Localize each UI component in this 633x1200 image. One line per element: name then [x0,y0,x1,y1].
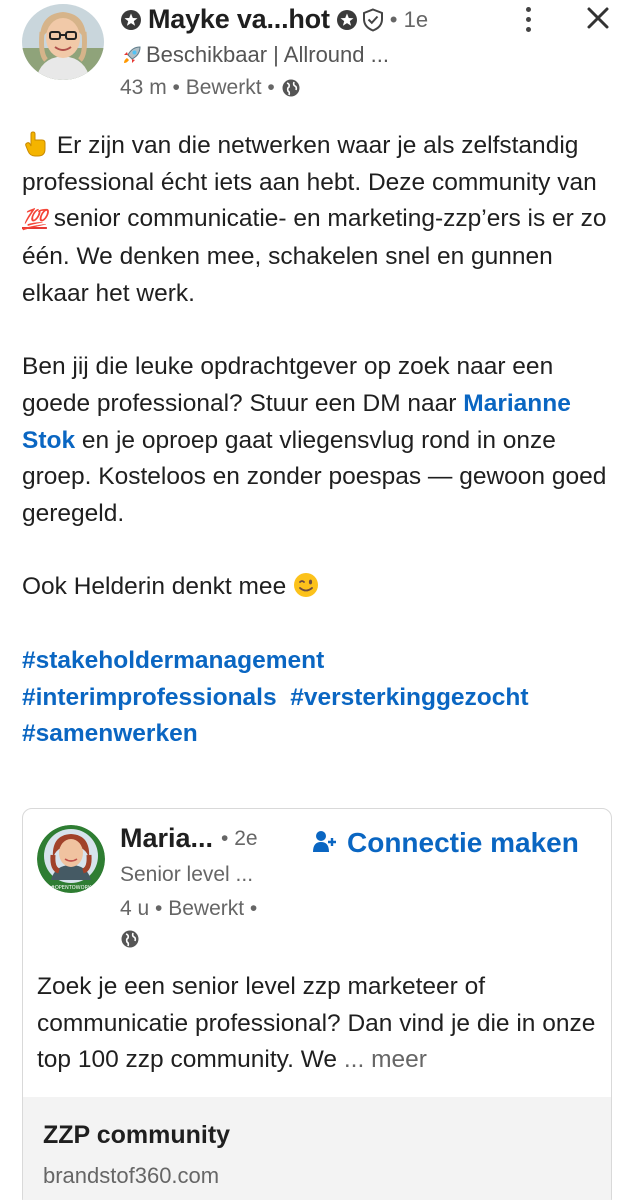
premium-star-icon [121,9,141,30]
post-meta: 43 m • Bewerkt • [120,76,301,100]
rocket-icon [124,46,141,63]
post-header: Mayke va...hot • 1e Beschikbaar | Allrou… [0,0,633,110]
link-preview-title[interactable]: ZZP community [43,1121,230,1150]
author-name-row: Mayke va...hot • 1e [120,4,428,35]
hundred-points-emoji: 💯 [22,209,47,232]
shared-author-avatar[interactable]: #OPENTOWORK [37,825,105,893]
link-preview-domain: brandstof360.com [43,1163,220,1188]
post-paragraph-2: Ben jij die leuke opdrachtgever op zoek … [22,353,607,528]
post-time-edited: 43 m • Bewerkt • [120,76,275,99]
shared-author-headline: Senior level ... [120,863,254,886]
hashtag-link[interactable]: #interimprofessionals [22,684,277,711]
globe-icon [121,930,139,948]
more-options-icon[interactable] [518,2,538,36]
see-more-link[interactable]: ... meer [344,1046,427,1073]
hashtag-link[interactable]: #stakeholdermanagement [22,647,324,674]
author-avatar[interactable] [22,4,104,80]
premium-star-icon [336,9,357,30]
shared-author-name-row: Maria... • 2e [120,823,258,854]
shared-author-name[interactable]: Maria... [120,823,213,854]
verified-shield-icon [362,7,383,32]
close-icon[interactable] [582,2,614,34]
hashtag-link[interactable]: #versterkinggezocht [290,684,528,711]
post-text: Er zijn van die netwerken waar je als ze… [22,128,622,753]
author-headline-text: Beschikbaar | Allround ... [146,42,389,67]
add-connection-icon [313,831,336,852]
shared-post-meta: 4 u • Bewerkt • [120,897,258,920]
hashtags: #stakeholdermanagement #interimprofessio… [22,643,622,753]
connection-degree: • 1e [389,6,429,32]
hashtag-link[interactable]: #samenwerken [22,720,198,747]
wink-emoji-icon [294,573,319,598]
globe-icon [282,79,300,97]
shared-post-card[interactable]: #OPENTOWORK Maria... • 2e Connectie make… [22,808,612,1200]
shared-connection-degree: • 2e [221,826,258,850]
post-paragraph-1: Er zijn van die netwerken waar je als ze… [22,131,607,307]
shared-post-text: Zoek je een senior level zzp marketeer o… [37,973,596,1073]
author-name[interactable]: Mayke va...hot [148,4,330,35]
author-headline: Beschikbaar | Allround ... [120,42,389,68]
connect-button[interactable]: Connectie maken [313,827,579,859]
connect-button-label: Connectie maken [347,827,579,858]
pointing-down-icon [25,131,46,157]
open-to-work-frame: #OPENTOWORK [51,885,92,891]
post-paragraph-3: Ook Helderin denkt mee [22,569,622,606]
